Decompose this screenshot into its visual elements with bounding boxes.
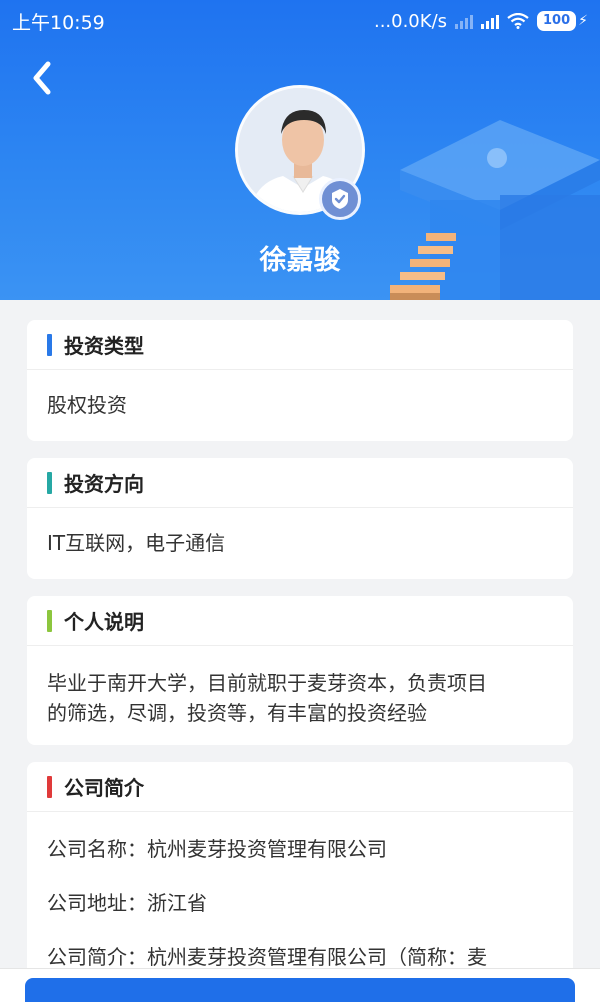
- verified-badge: [319, 178, 361, 220]
- status-bar: 上午10:59 ...0.0K/s 100 ⚡: [0, 0, 600, 42]
- verified-check-icon: [332, 189, 348, 209]
- battery-icon: 100 ⚡: [537, 11, 588, 31]
- back-button[interactable]: [26, 58, 66, 98]
- investment-type-value: 股权投资: [47, 393, 127, 417]
- signal-icon: [481, 13, 500, 29]
- battery-level: 100: [537, 11, 577, 31]
- network-speed: ...0.0K/s: [373, 10, 448, 32]
- profile-name: 徐嘉骏: [259, 245, 341, 276]
- section-title: 公司简介: [64, 776, 144, 800]
- card-header: 投资类型: [27, 320, 573, 370]
- section-accent-bar: [47, 775, 52, 798]
- signal-icon: [455, 13, 474, 29]
- investment-type-card: 投资类型 股权投资: [27, 320, 573, 441]
- card-header: 公司简介: [27, 762, 573, 812]
- personal-note-card: 个人说明 毕业于南开大学，目前就职于麦芽资本，负责项目 的筛选，尽调，投资等，有…: [27, 596, 573, 745]
- section-title: 投资方向: [64, 472, 144, 496]
- section-title: 投资类型: [64, 334, 144, 358]
- investment-direction-card: 投资方向 IT互联网，电子通信: [27, 458, 573, 579]
- section-title: 个人说明: [64, 610, 144, 634]
- section-accent-bar: [47, 609, 52, 632]
- status-time: 上午10:59: [12, 11, 105, 34]
- company-card: 公司简介 公司名称：杭州麦芽投资管理有限公司 公司地址：浙江省 公司简介：杭州麦…: [27, 762, 573, 1002]
- investment-direction-value: IT互联网，电子通信: [47, 531, 226, 555]
- personal-note-line: 毕业于南开大学，目前就职于麦芽资本，负责项目: [47, 671, 487, 695]
- charging-icon: ⚡: [578, 13, 588, 29]
- profile-header: 上午10:59 ...0.0K/s 100 ⚡ 徐嘉骏: [0, 0, 600, 300]
- card-header: 个人说明: [27, 596, 573, 646]
- wifi-icon: [507, 13, 529, 29]
- bottom-action-button[interactable]: [25, 978, 575, 1002]
- section-accent-bar: [47, 471, 52, 494]
- chevron-left-icon: [33, 61, 51, 95]
- card-header: 投资方向: [27, 458, 573, 508]
- company-name-line: 公司名称：杭州麦芽投资管理有限公司: [47, 837, 387, 861]
- section-accent-bar: [47, 333, 52, 356]
- personal-note-line: 的筛选，尽调，投资等，有丰富的投资经验: [47, 701, 427, 725]
- company-address-line: 公司地址：浙江省: [47, 891, 207, 915]
